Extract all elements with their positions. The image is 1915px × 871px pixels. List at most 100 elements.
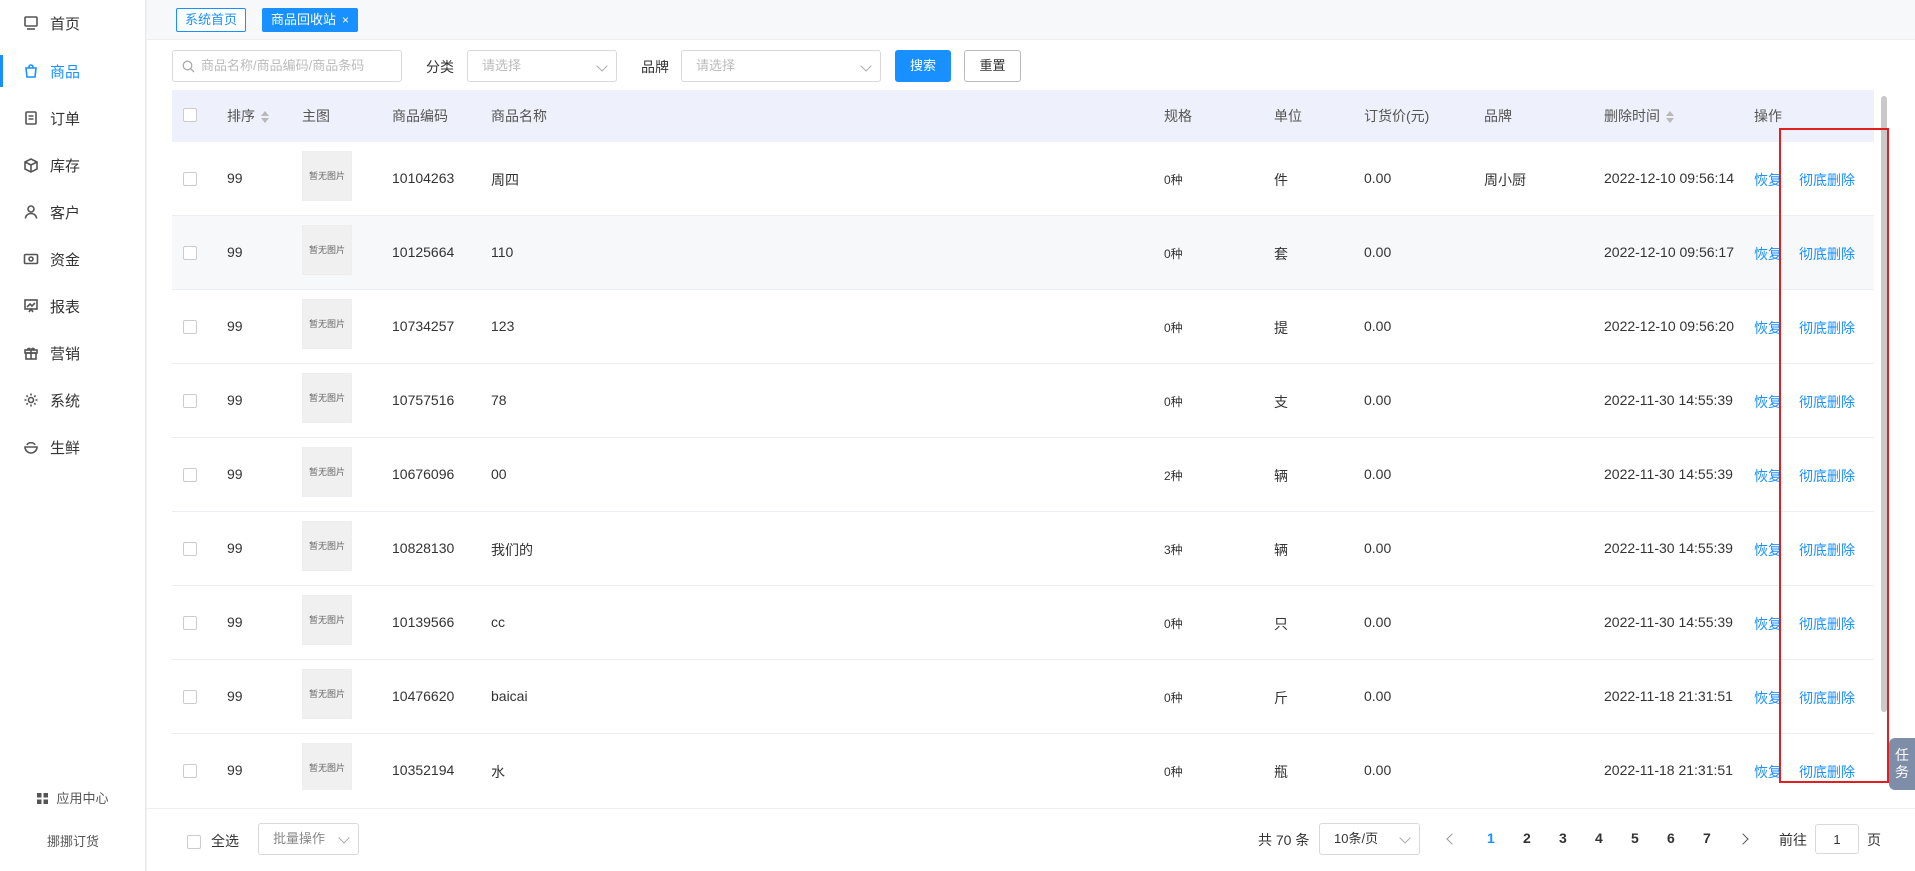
no-image-placeholder: 暂无图片 bbox=[302, 447, 352, 497]
permanent-delete-link[interactable]: 彻底删除 bbox=[1799, 170, 1855, 190]
user-icon bbox=[22, 203, 40, 221]
row-checkbox[interactable] bbox=[183, 690, 197, 704]
page-number[interactable]: 4 bbox=[1595, 830, 1603, 846]
restore-link[interactable]: 恢复 bbox=[1754, 392, 1782, 412]
header-deleted-at[interactable]: 删除时间 bbox=[1604, 106, 1674, 126]
sidebar-item-funds[interactable]: 资金 bbox=[0, 239, 146, 279]
sidebar-item-marketing[interactable]: 营销 bbox=[0, 333, 146, 373]
goto-page-input[interactable] bbox=[1815, 824, 1859, 854]
sidebar-item-reports[interactable]: 报表 bbox=[0, 286, 146, 326]
close-icon[interactable]: × bbox=[342, 13, 349, 27]
cell-unit: 支 bbox=[1274, 394, 1288, 410]
cell-deleted-at: 2022-11-30 14:55:39 bbox=[1604, 466, 1733, 482]
page-number[interactable]: 5 bbox=[1631, 830, 1639, 846]
sidebar-item-system[interactable]: 系统 bbox=[0, 380, 146, 420]
restore-link[interactable]: 恢复 bbox=[1754, 318, 1782, 338]
restore-link[interactable]: 恢复 bbox=[1754, 466, 1782, 486]
permanent-delete-link[interactable]: 彻底删除 bbox=[1799, 614, 1855, 634]
permanent-delete-link[interactable]: 彻底删除 bbox=[1799, 540, 1855, 560]
row-checkbox[interactable] bbox=[183, 172, 197, 186]
restore-link[interactable]: 恢复 bbox=[1754, 688, 1782, 708]
cell-deleted-at: 2022-11-18 21:31:51 bbox=[1604, 762, 1733, 778]
page-number[interactable]: 7 bbox=[1703, 830, 1711, 846]
sidebar-item-inventory[interactable]: 库存 bbox=[0, 145, 146, 185]
sort-icon[interactable] bbox=[261, 111, 269, 123]
cell-name: 00 bbox=[491, 466, 507, 482]
row-checkbox[interactable] bbox=[183, 320, 197, 334]
header-code: 商品编码 bbox=[392, 108, 448, 124]
permanent-delete-link[interactable]: 彻底删除 bbox=[1799, 318, 1855, 338]
cell-code: 10734257 bbox=[392, 318, 455, 334]
page-size-select[interactable]: 10条/页 bbox=[1319, 823, 1420, 855]
permanent-delete-link[interactable]: 彻底删除 bbox=[1799, 392, 1855, 412]
cell-code: 10676096 bbox=[392, 466, 455, 482]
permanent-delete-link[interactable]: 彻底删除 bbox=[1799, 466, 1855, 486]
permanent-delete-link[interactable]: 彻底删除 bbox=[1799, 244, 1855, 264]
row-checkbox[interactable] bbox=[183, 542, 197, 556]
page-number[interactable]: 3 bbox=[1559, 830, 1567, 846]
sidebar-item-home[interactable]: 首页 bbox=[0, 3, 146, 43]
cell-price: 0.00 bbox=[1364, 318, 1392, 334]
tab-recycle-bin[interactable]: 商品回收站 × bbox=[262, 8, 359, 32]
home-icon bbox=[22, 14, 40, 32]
cell-deleted-at: 2022-12-10 09:56:20 bbox=[1604, 318, 1734, 334]
row-checkbox[interactable] bbox=[183, 616, 197, 630]
prev-page-icon[interactable] bbox=[1446, 833, 1458, 845]
task-button[interactable]: 任务 bbox=[1889, 738, 1915, 790]
select-all-label[interactable]: 全选 bbox=[211, 831, 239, 851]
tab-label: 系统首页 bbox=[185, 12, 238, 27]
table-row: 暂无图片 99 10476620 baicai 0种 斤 0.00 2022-11-18 21… bbox=[172, 660, 1874, 734]
row-checkbox[interactable] bbox=[183, 764, 197, 778]
permanent-delete-link[interactable]: 彻底删除 bbox=[1799, 762, 1855, 782]
cell-unit: 瓶 bbox=[1274, 764, 1288, 780]
cell-sort: 99 bbox=[227, 688, 243, 704]
batch-operation-select[interactable]: 批量操作 bbox=[258, 823, 359, 855]
sidebar-item-orders[interactable]: 订单 bbox=[0, 98, 146, 138]
sidebar-item-fresh[interactable]: 生鲜 bbox=[0, 427, 146, 467]
search-button[interactable]: 搜索 bbox=[895, 50, 951, 82]
row-checkbox[interactable] bbox=[183, 394, 197, 408]
sort-icon[interactable] bbox=[1666, 111, 1674, 123]
select-all-checkbox[interactable] bbox=[187, 835, 201, 849]
page-number[interactable]: 1 bbox=[1487, 830, 1495, 846]
restore-link[interactable]: 恢复 bbox=[1754, 244, 1782, 264]
row-checkbox[interactable] bbox=[183, 246, 197, 260]
tab-system-home[interactable]: 系统首页 bbox=[176, 8, 247, 32]
restore-link[interactable]: 恢复 bbox=[1754, 170, 1782, 190]
page-number[interactable]: 2 bbox=[1523, 830, 1531, 846]
reset-button[interactable]: 重置 bbox=[964, 50, 1021, 82]
header-label: 排序 bbox=[227, 108, 255, 124]
sidebar-item-label: 首页 bbox=[50, 15, 81, 33]
restore-link[interactable]: 恢复 bbox=[1754, 762, 1782, 782]
row-checkbox[interactable] bbox=[183, 468, 197, 482]
brand-label: 品牌 bbox=[641, 59, 669, 75]
cell-code: 10352194 bbox=[392, 762, 455, 778]
bowl-icon bbox=[22, 438, 40, 456]
cell-unit: 提 bbox=[1274, 320, 1288, 336]
cell-name: baicai bbox=[491, 688, 528, 704]
next-page-icon[interactable] bbox=[1737, 833, 1749, 845]
select-all-header-checkbox[interactable] bbox=[183, 108, 197, 122]
header-sort[interactable]: 排序 bbox=[227, 106, 269, 126]
brand-select[interactable]: 请选择 bbox=[681, 50, 881, 82]
search-icon bbox=[182, 60, 195, 73]
restore-link[interactable]: 恢复 bbox=[1754, 540, 1782, 560]
brand-link[interactable]: 挪挪订货 bbox=[0, 831, 146, 850]
cell-price: 0.00 bbox=[1364, 170, 1392, 186]
table-row: 暂无图片 99 10352194 水 0种 瓶 0.00 2022-11-18 21:31:5… bbox=[172, 734, 1874, 790]
chevron-down-icon bbox=[1399, 832, 1411, 844]
search-input[interactable]: 商品名称/商品编码/商品条码 bbox=[172, 50, 402, 82]
sidebar-item-goods[interactable]: 商品 bbox=[0, 51, 146, 91]
table-row: 暂无图片 99 10734257 123 0种 提 0.00 2022-12-10 09:56… bbox=[172, 290, 1874, 364]
restore-link[interactable]: 恢复 bbox=[1754, 614, 1782, 634]
no-image-placeholder: 暂无图片 bbox=[302, 373, 352, 423]
page-number[interactable]: 6 bbox=[1667, 830, 1675, 846]
app-center-link[interactable]: 应用中心 bbox=[0, 788, 146, 807]
header-image: 主图 bbox=[302, 108, 330, 124]
sidebar-item-customers[interactable]: 客户 bbox=[0, 192, 146, 232]
grid-icon bbox=[37, 793, 49, 804]
vertical-scrollbar[interactable] bbox=[1881, 96, 1887, 712]
permanent-delete-link[interactable]: 彻底删除 bbox=[1799, 688, 1855, 708]
category-select[interactable]: 请选择 bbox=[467, 50, 617, 82]
cell-price: 0.00 bbox=[1364, 688, 1392, 704]
